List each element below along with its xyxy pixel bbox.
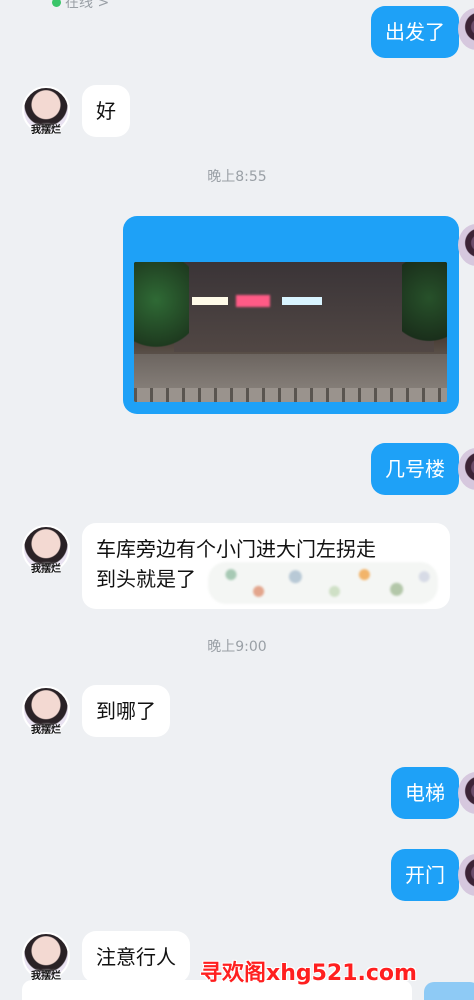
online-status: 在线 > [52, 0, 109, 12]
send-button[interactable] [424, 982, 474, 1000]
my-avatar[interactable] [458, 854, 474, 896]
sent-message[interactable]: 电梯 [391, 767, 459, 819]
timestamp: 晚上8:55 [207, 169, 267, 185]
sent-message[interactable]: 几号楼 [371, 443, 459, 495]
contact-avatar[interactable]: 我摆烂 [22, 86, 70, 136]
my-avatar[interactable] [458, 8, 474, 50]
received-message[interactable]: 注意行人 [82, 931, 190, 983]
photo-thumbnail[interactable] [134, 262, 447, 402]
image-message[interactable] [123, 216, 459, 414]
message-line: 车库旁边有个小门进大门左拐走 [96, 537, 376, 561]
sent-message[interactable]: 开门 [391, 849, 459, 901]
my-avatar[interactable] [458, 448, 474, 490]
contact-avatar[interactable]: 我摆烂 [22, 525, 70, 575]
watermark-text: 寻欢阁xhg521.com [200, 961, 417, 986]
timestamp: 晚上9:00 [207, 639, 267, 655]
redacted-text-blur [208, 562, 438, 604]
avatar-label: 我摆烂 [31, 125, 61, 136]
received-message[interactable]: 好 [82, 85, 130, 137]
received-message[interactable]: 到哪了 [82, 685, 170, 737]
contact-avatar[interactable]: 我摆烂 [22, 686, 70, 736]
contact-avatar[interactable]: 我摆烂 [22, 932, 70, 982]
my-avatar[interactable] [458, 224, 474, 266]
avatar-label: 我摆烂 [31, 725, 61, 736]
my-avatar[interactable] [458, 772, 474, 814]
online-status-text: 在线 > [65, 0, 110, 11]
sent-message[interactable]: 出发了 [371, 6, 459, 58]
online-dot-icon [52, 0, 61, 7]
avatar-label: 我摆烂 [31, 564, 61, 575]
